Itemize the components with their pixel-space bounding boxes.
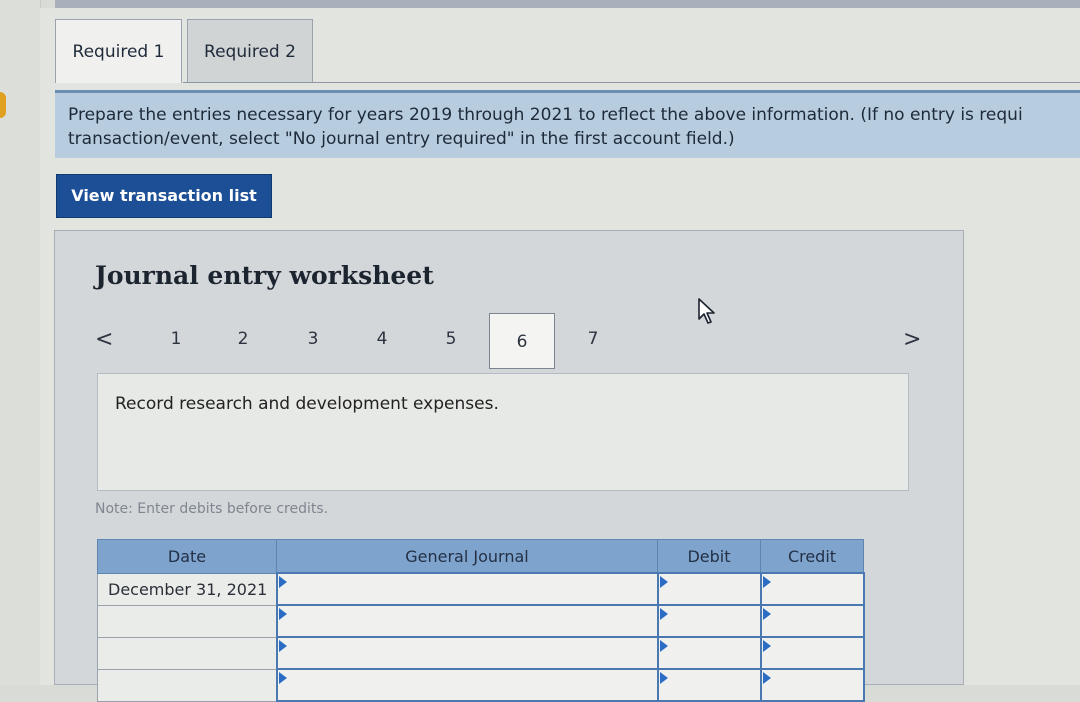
worksheet-title: Journal entry worksheet xyxy=(95,261,434,290)
page-1[interactable]: 1 xyxy=(143,321,209,357)
date-header: Date xyxy=(97,539,277,574)
general-journal-header: General Journal xyxy=(276,539,658,574)
cell-marker-icon xyxy=(762,576,771,588)
cell-marker-icon xyxy=(762,608,771,620)
left-panel xyxy=(0,0,41,685)
cell-marker-icon xyxy=(762,672,771,684)
chevron-right-icon[interactable]: > xyxy=(903,327,921,352)
cell-marker-icon xyxy=(762,640,771,652)
account-field[interactable] xyxy=(275,604,659,638)
account-field[interactable] xyxy=(275,668,659,702)
browser-top-bar xyxy=(55,0,1080,8)
instructions-line-2: transaction/event, select "No journal en… xyxy=(68,129,735,149)
cell-marker-icon xyxy=(278,576,287,588)
cell-marker-icon xyxy=(659,672,668,684)
credit-field[interactable] xyxy=(759,636,865,670)
account-field[interactable] xyxy=(275,572,659,606)
debit-header: Debit xyxy=(657,539,761,574)
tab-divider xyxy=(183,82,1080,83)
cell-marker-icon xyxy=(659,576,668,588)
journal-entry-worksheet: Journal entry worksheet < 1 2 3 4 5 6 7 … xyxy=(54,230,964,702)
tab-required-1[interactable]: Required 1 xyxy=(55,19,182,83)
account-field[interactable] xyxy=(275,636,659,670)
tab-required-2[interactable]: Required 2 xyxy=(187,19,313,83)
entry-pager: < 1 2 3 4 5 6 7 > xyxy=(55,313,963,369)
journal-row: December 31, 2021 xyxy=(97,572,865,606)
debit-credit-note: Note: Enter debits before credits. xyxy=(95,501,329,517)
cell-marker-icon xyxy=(659,608,668,620)
date-cell xyxy=(97,668,277,702)
view-transaction-list-button[interactable]: View transaction list xyxy=(56,174,272,218)
date-cell xyxy=(97,636,277,670)
page-6[interactable]: 6 xyxy=(489,313,555,369)
page-5[interactable]: 5 xyxy=(418,321,484,357)
credit-field[interactable] xyxy=(759,572,865,606)
journal-header-row: Date General Journal Debit Credit xyxy=(97,539,864,574)
mouse-pointer-icon xyxy=(698,298,715,324)
credit-field[interactable] xyxy=(759,604,865,638)
journal-row xyxy=(97,636,865,670)
instructions-panel: Prepare the entries necessary for years … xyxy=(55,90,1080,158)
debit-field[interactable] xyxy=(656,604,762,638)
date-cell: December 31, 2021 xyxy=(97,572,277,606)
debit-field[interactable] xyxy=(656,636,762,670)
side-indicator xyxy=(0,92,6,118)
cell-marker-icon xyxy=(278,640,287,652)
page-7[interactable]: 7 xyxy=(560,321,626,357)
journal-row xyxy=(97,604,865,638)
instructions-line-1: Prepare the entries necessary for years … xyxy=(68,105,1023,125)
main-content: Required 1 Required 2 Prepare the entrie… xyxy=(40,8,1080,702)
page-3[interactable]: 3 xyxy=(280,321,346,357)
debit-field[interactable] xyxy=(656,668,762,702)
cell-marker-icon xyxy=(278,672,287,684)
cell-marker-icon xyxy=(659,640,668,652)
page-4[interactable]: 4 xyxy=(349,321,415,357)
credit-field[interactable] xyxy=(759,668,865,702)
date-cell xyxy=(97,604,277,638)
journal-row xyxy=(97,668,865,702)
chevron-left-icon[interactable]: < xyxy=(95,327,113,352)
entry-description: Record research and development expenses… xyxy=(115,394,499,414)
debit-field[interactable] xyxy=(656,572,762,606)
cell-marker-icon xyxy=(278,608,287,620)
credit-header: Credit xyxy=(760,539,864,574)
entry-description-box: Record research and development expenses… xyxy=(97,373,909,491)
page-2[interactable]: 2 xyxy=(210,321,276,357)
journal-table: Date General Journal Debit Credit Decemb… xyxy=(97,539,865,702)
